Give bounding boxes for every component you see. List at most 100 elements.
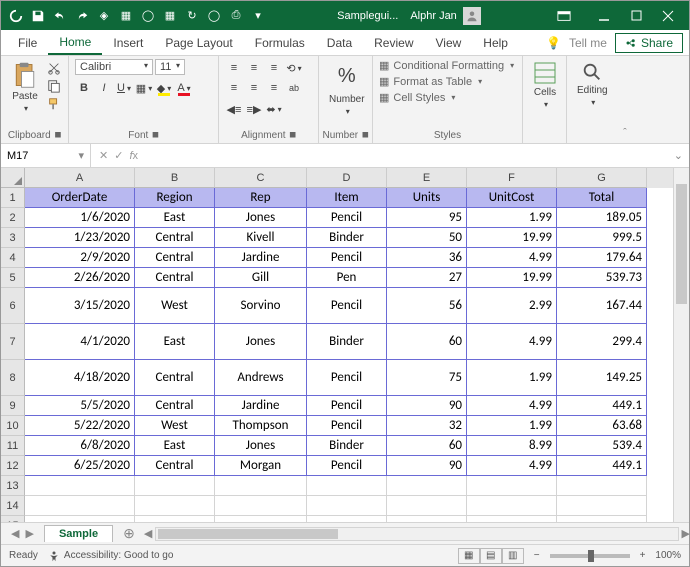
qa-icon[interactable]: ◯ (141, 9, 155, 23)
sheet-tab[interactable]: Sample (44, 525, 113, 542)
cell[interactable]: Central (135, 268, 215, 288)
cell[interactable] (215, 496, 307, 516)
italic-button[interactable]: I (95, 79, 113, 97)
cell[interactable]: 50 (387, 228, 467, 248)
qa-icon[interactable]: ◈ (97, 9, 111, 23)
vertical-scrollbar[interactable] (673, 168, 689, 522)
align-top-icon[interactable]: ≡ (225, 59, 243, 77)
row-header[interactable]: 8 (1, 360, 25, 396)
zoom-out-button[interactable]: − (534, 550, 540, 561)
cell[interactable] (135, 476, 215, 496)
cell[interactable]: 149.25 (557, 360, 647, 396)
cell[interactable]: 19.99 (467, 228, 557, 248)
cell[interactable]: 36 (387, 248, 467, 268)
qa-icon[interactable]: ↻ (185, 9, 199, 23)
format-as-table-button[interactable]: ▦Format as Table▾ (379, 75, 514, 88)
cell[interactable]: 5/5/2020 (25, 396, 135, 416)
cell[interactable] (307, 496, 387, 516)
cell[interactable]: UnitCost (467, 188, 557, 208)
font-name-select[interactable]: Calibri▾ (75, 59, 153, 75)
tab-file[interactable]: File (7, 30, 48, 55)
cell[interactable]: Morgan (215, 456, 307, 476)
bold-button[interactable]: B (75, 79, 93, 97)
cell[interactable]: Jones (215, 208, 307, 228)
tab-view[interactable]: View (425, 30, 473, 55)
align-left-icon[interactable]: ≡ (225, 79, 243, 97)
cell[interactable]: Units (387, 188, 467, 208)
cell[interactable]: 167.44 (557, 288, 647, 324)
zoom-slider[interactable] (550, 554, 630, 558)
tab-pagelayout[interactable]: Page Layout (154, 30, 243, 55)
cell[interactable]: 5/22/2020 (25, 416, 135, 436)
font-color-button[interactable]: A▾ (175, 79, 193, 97)
qa-icon[interactable]: ⎙ (229, 9, 243, 23)
cell[interactable]: West (135, 288, 215, 324)
cell[interactable]: Sorvino (215, 288, 307, 324)
cell[interactable] (215, 516, 307, 522)
cell[interactable] (135, 516, 215, 522)
tab-help[interactable]: Help (472, 30, 519, 55)
expand-formula-bar-icon[interactable]: ⌄ (668, 149, 689, 162)
cell[interactable] (557, 516, 647, 522)
col-header[interactable]: B (135, 168, 215, 188)
qa-icon[interactable]: ▦ (119, 9, 133, 23)
cell[interactable]: 75 (387, 360, 467, 396)
cell[interactable]: Kivell (215, 228, 307, 248)
cell[interactable] (307, 476, 387, 496)
cell[interactable]: OrderDate (25, 188, 135, 208)
cell[interactable]: 63.68 (557, 416, 647, 436)
cell[interactable] (387, 476, 467, 496)
cell[interactable]: Central (135, 248, 215, 268)
cell[interactable]: Item (307, 188, 387, 208)
row-header[interactable]: 2 (1, 208, 25, 228)
cell[interactable]: Jardine (215, 396, 307, 416)
cell[interactable]: Rep (215, 188, 307, 208)
conditional-formatting-button[interactable]: ▦Conditional Formatting▾ (379, 59, 514, 72)
tab-formulas[interactable]: Formulas (244, 30, 316, 55)
close-button[interactable] (661, 9, 675, 23)
cell[interactable]: 1.99 (467, 360, 557, 396)
row-header[interactable]: 4 (1, 248, 25, 268)
cell[interactable]: 90 (387, 456, 467, 476)
cell[interactable]: East (135, 436, 215, 456)
horizontal-scrollbar[interactable]: ◀ ▶ (155, 527, 679, 541)
cell[interactable] (557, 476, 647, 496)
cell[interactable]: Jardine (215, 248, 307, 268)
cell[interactable] (307, 516, 387, 522)
cell[interactable]: 3/15/2020 (25, 288, 135, 324)
select-all-corner[interactable] (1, 168, 25, 188)
accessibility-status[interactable]: Accessibility: Good to go (48, 550, 174, 562)
fill-color-button[interactable]: ◆▾ (155, 79, 173, 97)
cell[interactable]: Pencil (307, 360, 387, 396)
tab-data[interactable]: Data (316, 30, 363, 55)
tellme[interactable]: Tell me (569, 36, 607, 50)
cell[interactable]: 2.99 (467, 288, 557, 324)
cell[interactable]: Central (135, 360, 215, 396)
row-header[interactable]: 1 (1, 188, 25, 208)
cell[interactable]: Pencil (307, 288, 387, 324)
merge-icon[interactable]: ⬌▾ (265, 100, 283, 118)
cell[interactable] (215, 476, 307, 496)
cell[interactable]: Pencil (307, 456, 387, 476)
avatar[interactable] (463, 7, 481, 25)
cell[interactable]: Pencil (307, 396, 387, 416)
format-painter-icon[interactable] (47, 97, 61, 111)
cell[interactable]: Pen (307, 268, 387, 288)
cell[interactable] (467, 476, 557, 496)
name-box[interactable]: M17▾ (1, 144, 91, 167)
cell[interactable]: 539.4 (557, 436, 647, 456)
cell[interactable]: 4.99 (467, 324, 557, 360)
row-header[interactable]: 15 (1, 516, 25, 522)
col-header[interactable]: G (557, 168, 647, 188)
cell[interactable]: 449.1 (557, 456, 647, 476)
zoom-in-button[interactable]: + (640, 550, 646, 561)
cell[interactable]: 539.73 (557, 268, 647, 288)
qa-more-icon[interactable]: ▾ (251, 9, 265, 23)
view-pagelayout-icon[interactable]: ▤ (480, 548, 502, 564)
cell[interactable]: Binder (307, 324, 387, 360)
cell[interactable]: 1/6/2020 (25, 208, 135, 228)
share-button[interactable]: Share (615, 33, 683, 53)
cell[interactable]: 32 (387, 416, 467, 436)
cell[interactable]: East (135, 324, 215, 360)
cell[interactable]: 19.99 (467, 268, 557, 288)
